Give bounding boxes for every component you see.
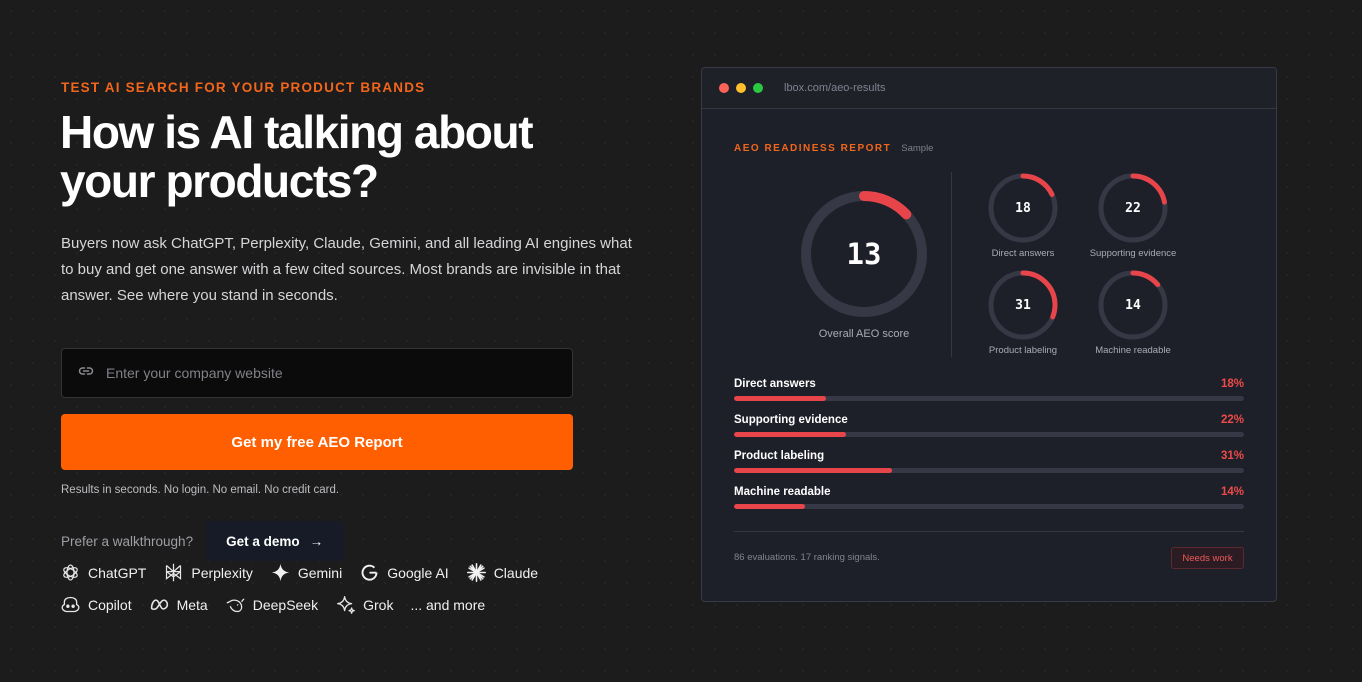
meta-icon [150,599,168,611]
engine-label: DeepSeek [252,596,319,613]
eyebrow: TEST AI SEARCH FOR YOUR PRODUCT BRANDS [61,80,426,95]
browser-url: lbox.com/aeo-results [784,82,886,94]
overall-score-value: 13 [846,237,882,271]
browser-bar: lbox.com/aeo-results [702,68,1276,109]
google-icon [361,564,378,581]
progress-track [734,432,1244,437]
engine-chatgpt: ChatGPT [60,562,146,583]
metric-bars: Direct answers 18% Supporting evidence 22%… [734,378,1244,522]
footer-note: 86 evaluations. 17 ranking signals. [734,552,880,563]
get-demo-button[interactable]: Get a demo → [206,521,344,561]
bar-percent: 14% [1220,486,1244,498]
report-heading: AEO READINESS REPORT Sample [734,143,933,154]
walkthrough-row: Prefer a walkthrough? Get a demo → [61,521,344,561]
progress-track [734,468,1244,473]
progress-fill [734,504,806,509]
engine-label: Perplexity [191,564,253,581]
metric-label: Product labeling [988,345,1058,356]
engine-meta: Meta [149,594,208,615]
engine-perplexity: Perplexity [163,562,253,583]
close-dot [719,83,729,93]
bar-row: Supporting evidence 22% [734,414,1244,450]
headline-line-2: your products? [60,155,379,207]
link-icon [78,363,94,384]
hero-subtext: Buyers now ask ChatGPT, Perplexity, Clau… [61,235,632,304]
walkthrough-label: Prefer a walkthrough? [61,533,194,549]
engines-row-2: Copilot Meta DeepSeek Grok ... and more [60,594,580,615]
bar-name: Product labeling [734,450,825,462]
bar-percent: 18% [1220,378,1244,390]
engine-more: ... and more [410,597,485,613]
progress-fill [734,396,826,401]
bar-name: Direct answers [734,378,816,390]
bar-name: Machine readable [734,486,831,498]
engine-grok: Grok [335,594,393,615]
deepseek-icon [226,598,245,613]
engine-claude: Claude [466,562,538,583]
bar-percent: 22% [1220,414,1244,426]
divider [734,531,1244,532]
engine-copilot: Copilot [60,594,132,615]
progress-track [734,504,1244,509]
metric-value: 22 [1125,200,1141,216]
fineprint: Results in seconds. No login. No email. … [61,484,340,496]
claude-icon [466,562,486,583]
metric-supporting-evidence: 22 Supporting evidence [1078,170,1188,259]
bar-row: Product labeling 31% [734,450,1244,486]
divider [951,172,952,357]
overall-score-label: Overall AEO score [818,328,910,340]
metric-value: 18 [1015,200,1031,216]
chatgpt-icon [63,564,78,581]
bar-name: Supporting evidence [734,414,848,426]
grok-icon [337,596,355,614]
bar-row: Machine readable 14% [734,486,1244,522]
copilot-icon [61,596,80,613]
metric-label: Machine readable [1095,345,1171,356]
metric-value: 31 [1015,297,1031,313]
minimize-dot [736,83,746,93]
metric-label: Supporting evidence [1089,248,1177,259]
sample-tag: Sample [901,143,934,154]
engine-label: ChatGPT [88,564,147,581]
get-report-button[interactable]: Get my free AEO Report [61,414,573,470]
get-demo-label: Get a demo [226,533,300,549]
progress-fill [734,468,893,473]
website-field[interactable] [61,348,573,398]
bar-percent: 31% [1220,450,1244,462]
arrow-right-icon: → [309,533,324,549]
website-input[interactable] [106,365,546,381]
engine-label: Gemini [297,564,343,581]
engine-label: Grok [363,596,394,613]
engine-label: ... and more [410,596,486,613]
engine-label: Meta [176,596,208,613]
engine-label: Copilot [88,596,132,613]
maximize-dot [753,83,763,93]
progress-fill [734,432,847,437]
metric-product-labeling: 31 Product labeling [968,267,1078,356]
headline: How is AI talking about your products? [60,108,660,206]
engine-deepseek: DeepSeek [225,594,318,615]
metric-direct-answers: 18 Direct answers [968,170,1078,259]
status-badge: Needs work [1171,547,1244,569]
headline-line-1: How is AI talking about [60,106,534,158]
engine-gemini: Gemini [270,562,342,583]
engine-label: Google AI [387,564,449,581]
engine-label: Claude [493,564,539,581]
progress-track [734,396,1244,401]
bar-row: Direct answers 18% [734,378,1244,414]
engine-google-ai: Google AI [359,562,449,583]
report-preview-card: lbox.com/aeo-results AEO READINESS REPOR… [701,67,1277,602]
metric-value: 14 [1125,297,1141,313]
gemini-icon [271,563,290,582]
metric-label: Direct answers [991,248,1055,259]
perplexity-icon [166,563,182,582]
engines-row-1: ChatGPT Perplexity Gemini Google AI Clau… [60,562,580,583]
report-title: AEO READINESS REPORT [734,143,892,154]
metric-machine-readable: 14 Machine readable [1078,267,1188,356]
